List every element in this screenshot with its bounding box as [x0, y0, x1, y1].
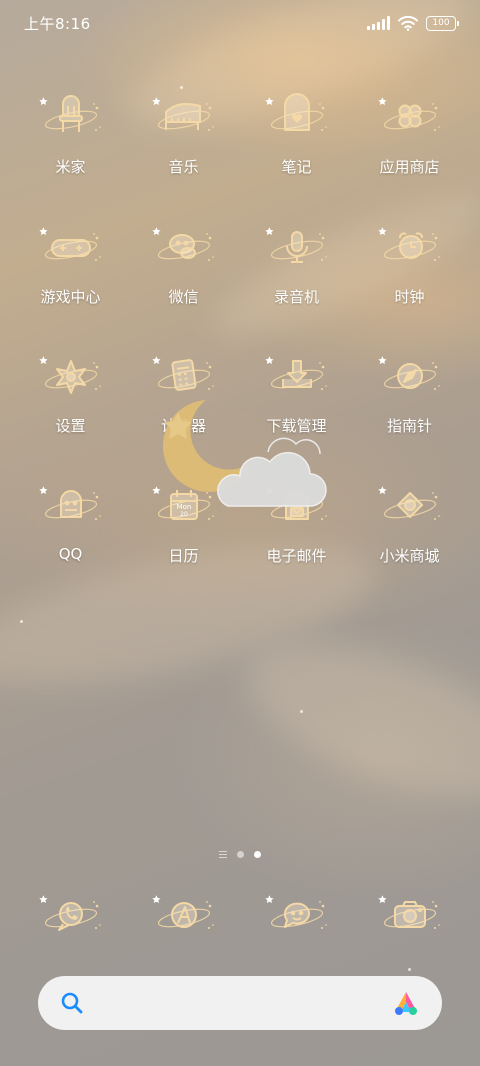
app-label: 时钟 — [394, 287, 425, 306]
app-label: 日历 — [168, 546, 199, 565]
browser-icon — [151, 890, 216, 942]
app-settings[interactable]: 设置 — [14, 351, 127, 481]
xiaoai-icon[interactable] — [392, 989, 420, 1017]
app-wechat[interactable]: 微信 — [127, 222, 240, 352]
app-grid: 米家 音乐 笔记 应用商店 游戏中心 微信 录音机 时钟 设置 下载管理 指南针… — [14, 92, 466, 610]
app-recorder[interactable]: 录音机 — [240, 222, 353, 352]
battery-level: 100 — [432, 18, 450, 28]
app-app-store[interactable]: 应用商店 — [353, 92, 466, 222]
app-notes[interactable]: 笔记 — [240, 92, 353, 222]
status-time: 上午8:16 — [24, 14, 91, 33]
status-icons: 100 — [367, 15, 459, 31]
camera-icon — [377, 890, 442, 942]
app-label: 指南针 — [386, 417, 432, 435]
dock-camera[interactable] — [353, 890, 466, 942]
shop-bag-icon — [377, 481, 442, 533]
messages-icon — [264, 890, 329, 942]
app-qq[interactable]: QQ — [14, 481, 127, 611]
microphone-icon — [264, 222, 329, 274]
app-label: 设置 — [55, 417, 86, 435]
compass-icon — [377, 351, 442, 403]
page-dot-active[interactable] — [254, 851, 261, 858]
app-mijia[interactable]: 米家 — [14, 92, 127, 222]
app-mi-store[interactable]: 小米商城 — [353, 481, 466, 611]
page-dot[interactable] — [237, 851, 244, 858]
chat-bubbles-icon — [151, 222, 216, 274]
search-bar[interactable] — [38, 976, 442, 1030]
phone-icon — [38, 890, 103, 942]
notebook-heart-icon — [264, 92, 329, 144]
dock — [14, 890, 466, 942]
chair-icon — [38, 92, 103, 144]
gear-star-icon — [38, 351, 103, 403]
page-indicator[interactable] — [0, 851, 480, 858]
app-clock[interactable]: 时钟 — [353, 222, 466, 352]
wifi-icon — [398, 15, 418, 31]
page-indicator-feed[interactable] — [219, 851, 227, 858]
search-icon[interactable] — [60, 991, 84, 1015]
status-bar: 上午8:16 100 — [0, 0, 480, 46]
clover-icon — [377, 92, 442, 144]
app-game-center[interactable]: 游戏中心 — [14, 222, 127, 352]
weather-widget[interactable] — [150, 392, 330, 522]
app-label: 微信 — [168, 287, 199, 306]
search-input[interactable] — [96, 994, 380, 1012]
app-label: 米家 — [55, 158, 86, 176]
app-label: 小米商城 — [379, 546, 440, 565]
app-label: 游戏中心 — [40, 287, 101, 306]
signal-icon — [367, 16, 390, 30]
gamepad-icon — [38, 222, 103, 274]
app-label: QQ — [58, 544, 83, 563]
dock-messages[interactable] — [240, 890, 353, 942]
app-label: 应用商店 — [379, 158, 440, 176]
app-music[interactable]: 音乐 — [127, 92, 240, 222]
penguin-icon — [38, 481, 103, 533]
dock-browser[interactable] — [127, 890, 240, 942]
app-compass[interactable]: 指南针 — [353, 351, 466, 481]
piano-icon — [151, 92, 216, 144]
alarm-clock-icon — [377, 222, 442, 274]
app-label: 笔记 — [281, 158, 312, 176]
app-label: 音乐 — [168, 158, 199, 176]
app-label: 电子邮件 — [266, 546, 327, 565]
battery-icon: 100 — [426, 15, 459, 31]
app-label: 录音机 — [273, 287, 319, 306]
dock-phone[interactable] — [14, 890, 127, 942]
